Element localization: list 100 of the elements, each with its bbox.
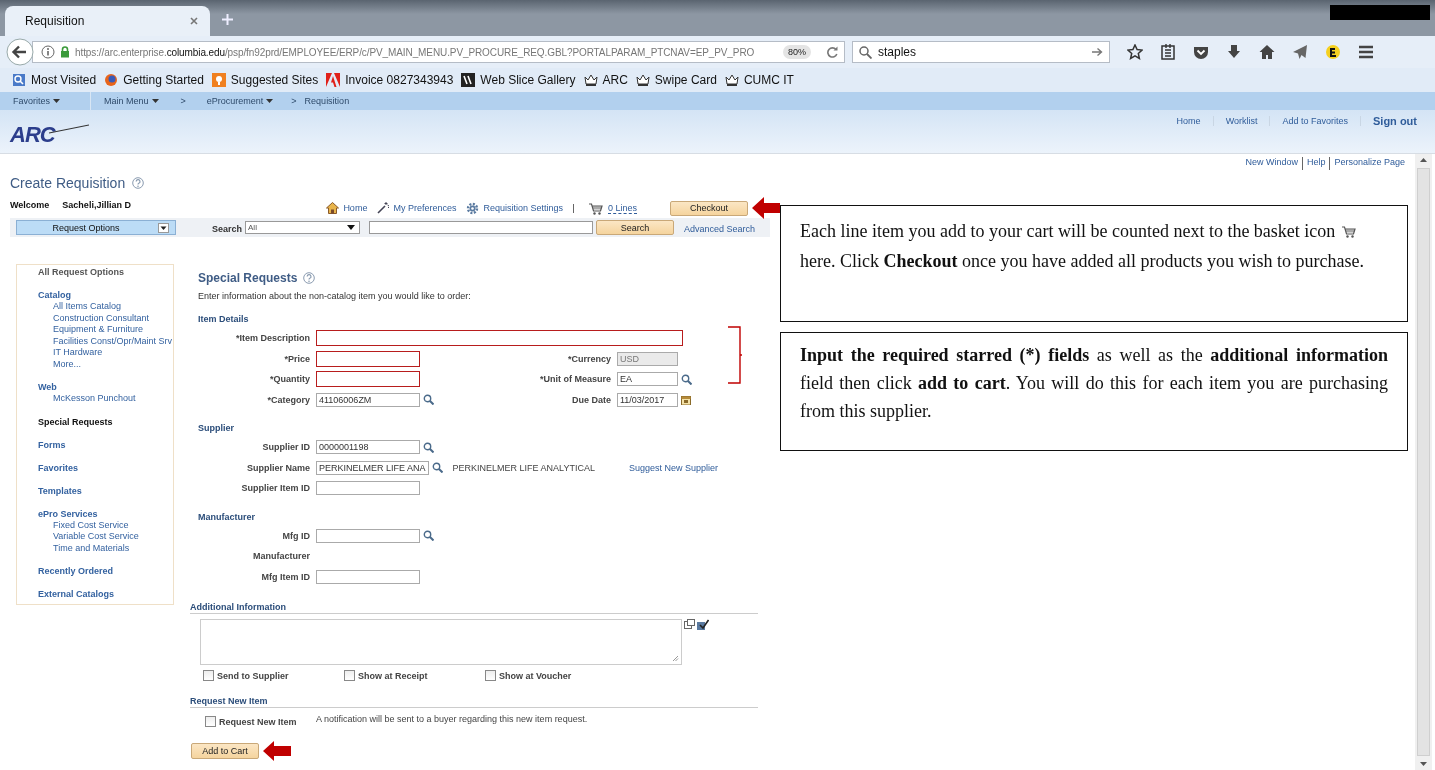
bookmark-link[interactable]: Web Slice Gallery: [461, 73, 576, 87]
input-field[interactable]: [316, 528, 420, 543]
download-icon[interactable]: [1226, 44, 1242, 60]
search-icon[interactable]: [423, 394, 434, 406]
sidebar-link[interactable]: Variable Cost Service: [38, 531, 173, 543]
bookmark-link[interactable]: CUMC IT: [724, 73, 794, 87]
home-icon[interactable]: [1259, 44, 1275, 60]
expand-icon[interactable]: [684, 619, 695, 629]
search-field[interactable]: [369, 221, 594, 234]
page-link[interactable]: Help: [1301, 157, 1330, 170]
sidebar-item[interactable]: External Catalogs: [38, 589, 173, 600]
field-label: *Unit of Measure: [539, 374, 611, 385]
scroll-thumb[interactable]: [1417, 168, 1430, 756]
toolbar-link[interactable]: My Preferences: [377, 202, 457, 214]
sidebar-link[interactable]: IT Hardware: [38, 347, 173, 359]
cart-lines-link[interactable]: 0 Lines: [607, 202, 637, 214]
search-icon[interactable]: [681, 373, 692, 385]
calendar-icon[interactable]: [681, 394, 691, 405]
input-field[interactable]: [316, 350, 420, 367]
checkbox[interactable]: [205, 716, 216, 727]
checkout-button[interactable]: Checkout: [670, 200, 748, 216]
input-field[interactable]: [316, 569, 420, 584]
bookmark-link[interactable]: Most Visited: [12, 73, 97, 87]
sidebar-link[interactable]: McKesson Punchout: [38, 393, 173, 405]
bookmark-link[interactable]: Swipe Card: [635, 73, 717, 87]
input-field[interactable]: PERKINELMER LIFE ANA: [316, 460, 429, 475]
checkbox[interactable]: [485, 670, 496, 681]
checkbox[interactable]: [344, 670, 355, 681]
search-icon[interactable]: [423, 441, 434, 453]
header-link[interactable]: Worklist: [1213, 116, 1271, 126]
scope-dropdown[interactable]: All: [245, 221, 361, 234]
input-field[interactable]: 41106006ZM: [316, 392, 420, 407]
help-icon[interactable]: [303, 272, 316, 284]
add-to-cart-button[interactable]: Add to Cart: [191, 743, 259, 759]
send-icon[interactable]: [1292, 44, 1308, 60]
toolbar-link[interactable]: Requisition Settings: [466, 201, 563, 215]
input-field[interactable]: EA: [617, 372, 678, 387]
input-field[interactable]: [316, 330, 683, 347]
page-link[interactable]: New Window: [1241, 157, 1302, 170]
scrollbar[interactable]: [1415, 154, 1432, 770]
page-link[interactable]: Personalize Page: [1329, 157, 1409, 170]
sidebar-link[interactable]: Time and Materials: [38, 542, 173, 554]
header-link[interactable]: Home: [1164, 116, 1214, 126]
sidebar-item[interactable]: All Request Options: [38, 267, 173, 278]
request-options-dropdown[interactable]: Request Options: [16, 220, 176, 235]
sidebar-item[interactable]: Favorites: [38, 462, 173, 474]
search-field[interactable]: staples: [852, 41, 1110, 63]
url-text: https://arc.enterprise.columbia.edu/psp/fn92prd/EMPLOYEE/ERP/c/PV_MAIN_MENU.PV_PROCURE_REQ.GBL?PORTALPARAM_PTCNAV=EP_PV_PRO: [75, 46, 756, 58]
arrow-icon: [1092, 47, 1103, 57]
search-icon[interactable]: [431, 462, 443, 474]
sidebar-item[interactable]: Web: [38, 382, 173, 393]
browser-tab[interactable]: Requisition: [5, 6, 210, 36]
menu-icon[interactable]: [1358, 44, 1374, 60]
menu-link[interactable]: Main Menu: [91, 92, 181, 110]
input-field[interactable]: [316, 481, 420, 496]
caret-icon: [266, 99, 274, 103]
reload-icon[interactable]: [826, 46, 838, 58]
sidebar-item[interactable]: Special Requests: [38, 416, 173, 428]
sidebar-link[interactable]: More...: [38, 358, 173, 370]
input-field[interactable]: 0000001198: [316, 440, 420, 455]
bookmark-link[interactable]: Suggested Sites: [211, 73, 319, 87]
sidebar-item[interactable]: Catalog: [38, 290, 173, 301]
toolbar-link[interactable]: Home: [326, 202, 368, 214]
menu-link[interactable]: eProcurement: [193, 92, 292, 110]
breadcrumb-link[interactable]: Requisition: [304, 96, 358, 106]
bookmark-link[interactable]: ARC: [583, 73, 628, 87]
sidebar-link[interactable]: All Items Catalog: [38, 301, 173, 313]
sidebar-link[interactable]: Facilities Const/Opr/Maint Srv: [38, 335, 173, 347]
search-icon[interactable]: [423, 530, 434, 542]
sidebar-item[interactable]: ePro Services: [38, 508, 173, 520]
sidebar-link[interactable]: Fixed Cost Service: [38, 519, 173, 531]
advanced-search-link[interactable]: Advanced Search: [684, 224, 756, 234]
header-link[interactable]: Sign out: [1361, 115, 1435, 127]
user-name: Sacheli,Jillian D: [62, 200, 131, 210]
sidebar-item[interactable]: Templates: [38, 485, 173, 497]
sidebar-link[interactable]: Construction Consultant: [38, 312, 173, 324]
spellcheck-icon[interactable]: [697, 619, 709, 630]
address-bar[interactable]: https://arc.enterprise.columbia.edu/psp/fn92prd/EMPLOYEE/ERP/c/PV_MAIN_MENU.PV_PROCURE_REQ.GBL?PORTALPARAM_PTCNAV=EP_PV_PRO 80%: [32, 41, 845, 63]
new-tab-icon[interactable]: [222, 14, 233, 25]
sidebar-item[interactable]: Forms: [38, 439, 173, 451]
close-icon[interactable]: [190, 17, 198, 25]
input-field[interactable]: 11/03/2017: [617, 392, 678, 407]
reading-list-icon[interactable]: [1160, 44, 1176, 60]
sidebar-item[interactable]: Recently Ordered: [38, 566, 173, 577]
pocket-icon[interactable]: [1193, 44, 1209, 60]
zoom-level[interactable]: 80%: [783, 45, 811, 59]
header-link[interactable]: Add to Favorites: [1270, 116, 1361, 126]
input-field[interactable]: [316, 371, 420, 388]
callout-text: here. Click Checkout once you have added all products you wish to purchase.: [800, 250, 1365, 273]
help-icon[interactable]: [132, 177, 145, 189]
back-button-icon[interactable]: [6, 38, 34, 66]
scroll-down-icon: [1420, 762, 1427, 766]
checkbox[interactable]: [203, 670, 214, 681]
suggest-link[interactable]: Suggest New Supplier: [628, 462, 718, 473]
bookmark-star-icon[interactable]: [1127, 44, 1143, 60]
bookmark-link[interactable]: Invoice 0827343943: [326, 73, 454, 87]
sidebar-link[interactable]: Equipment & Furniture: [38, 324, 173, 336]
search-button[interactable]: Search: [596, 220, 675, 235]
bookmark-link[interactable]: Getting Started: [104, 73, 204, 87]
tab-title: Requisition: [25, 14, 85, 28]
